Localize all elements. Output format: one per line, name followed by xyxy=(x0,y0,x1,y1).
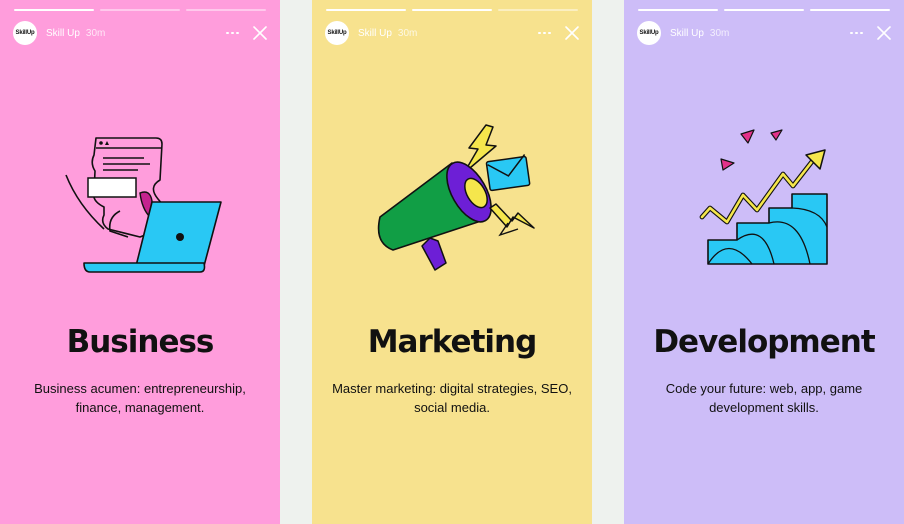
progress-segment xyxy=(100,9,180,11)
progress-segment xyxy=(724,9,804,11)
story-description: Business acumen: entrepreneurship, finan… xyxy=(34,381,246,415)
story-card-development[interactable]: SkillUp Skill Up 30m Development Code yo… xyxy=(624,0,904,524)
close-icon[interactable] xyxy=(876,25,892,41)
story-header: SkillUp Skill Up 30m xyxy=(13,20,268,46)
progress-segment xyxy=(326,9,406,11)
story-card-marketing[interactable]: SkillUp Skill Up 30m Marketing Master ma… xyxy=(312,0,592,524)
story-description: Master marketing: digital strategies, SE… xyxy=(332,381,572,415)
post-time: 30m xyxy=(709,27,730,39)
avatar[interactable]: SkillUp xyxy=(637,21,661,45)
progress-segment xyxy=(412,9,492,11)
avatar[interactable]: SkillUp xyxy=(325,21,349,45)
story-description: Code your future: web, app, game develop… xyxy=(665,381,863,415)
story-progress-bar xyxy=(638,9,890,11)
story-title: Marketing xyxy=(367,324,538,360)
story-title: Business xyxy=(66,324,215,360)
account-name[interactable]: Skill Up xyxy=(670,28,704,39)
growth-chart-illustration xyxy=(699,129,828,265)
more-options-icon[interactable] xyxy=(535,28,554,39)
progress-segment xyxy=(498,9,578,11)
more-options-icon[interactable] xyxy=(223,28,242,39)
megaphone-illustration xyxy=(377,124,535,271)
more-options-icon[interactable] xyxy=(847,28,866,39)
story-card-business[interactable]: SkillUp Skill Up 30m Business Business a… xyxy=(0,0,280,524)
close-icon[interactable] xyxy=(252,25,268,41)
story-title: Development xyxy=(653,324,875,360)
progress-segment xyxy=(186,9,266,11)
progress-segment xyxy=(14,9,94,11)
story-header: SkillUp Skill Up 30m xyxy=(637,20,892,46)
story-header: SkillUp Skill Up 30m xyxy=(325,20,580,46)
story-progress-bar xyxy=(326,9,578,11)
account-name[interactable]: Skill Up xyxy=(46,28,80,39)
post-time: 30m xyxy=(397,27,418,39)
post-time: 30m xyxy=(85,27,106,39)
progress-segment xyxy=(810,9,890,11)
close-icon[interactable] xyxy=(564,25,580,41)
account-name[interactable]: Skill Up xyxy=(358,28,392,39)
story-progress-bar xyxy=(14,9,266,11)
progress-segment xyxy=(638,9,718,11)
document-laptop-illustration xyxy=(65,137,222,273)
avatar[interactable]: SkillUp xyxy=(13,21,37,45)
